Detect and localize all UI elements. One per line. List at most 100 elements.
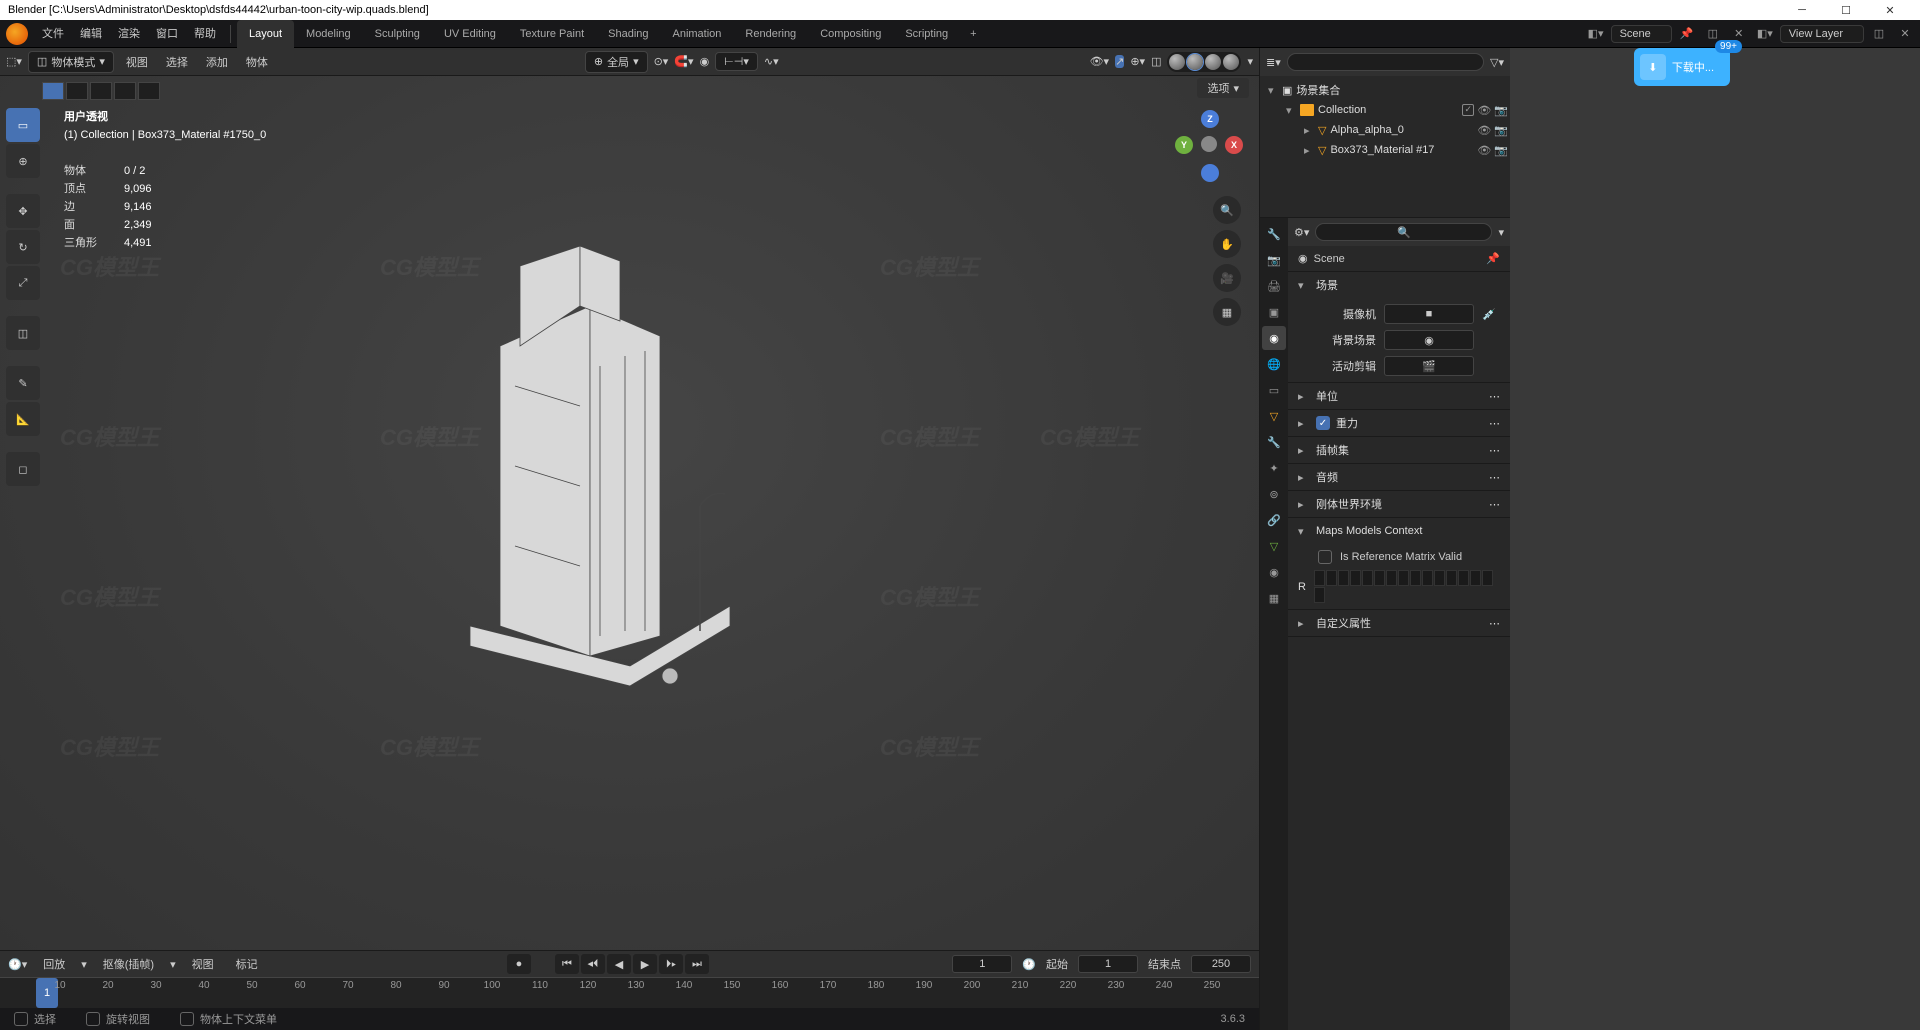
panel-gravity-header[interactable]: ▸✓重力⋯ (1288, 410, 1510, 436)
timeline-ruler[interactable]: 1 10203040506070809010011012013014015016… (0, 977, 1259, 1008)
curve-icon[interactable]: ∿▾ (764, 55, 779, 68)
select-mode-4[interactable] (114, 82, 136, 100)
matrix-cell[interactable] (1374, 570, 1385, 586)
matrix-cell[interactable] (1362, 570, 1373, 586)
matrix-cell[interactable] (1398, 570, 1409, 586)
view3d-viewport[interactable]: ▭ ⊕ ✥ ↻ ⤢ ◫ ✎ 📐 ◻ 用户透视 (1) Collection | … (0, 76, 1259, 950)
prop-tab-texture[interactable]: ▦ (1262, 586, 1286, 610)
timeline-menu-marker[interactable]: 标记 (230, 956, 264, 972)
tool-cursor[interactable]: ⊕ (6, 144, 40, 178)
prop-tab-collection[interactable]: ▭ (1262, 378, 1286, 402)
eyedropper-icon[interactable]: 💉 (1482, 308, 1500, 321)
tool-move[interactable]: ✥ (6, 194, 40, 228)
select-mode-3[interactable] (90, 82, 112, 100)
view3d-menu-add[interactable]: 添加 (200, 54, 234, 70)
frame-range-lock-icon[interactable]: 🕐 (1022, 958, 1036, 971)
jump-prev-keyframe-icon[interactable]: ◂⏴ (581, 954, 605, 974)
nav-gizmo[interactable]: X Y Z (1177, 112, 1241, 176)
prop-tab-data[interactable]: ▽ (1262, 534, 1286, 558)
view3d-menu-object[interactable]: 物体 (240, 54, 274, 70)
jump-start-icon[interactable]: ⏮ (555, 954, 579, 974)
outliner-search-input[interactable] (1287, 53, 1484, 71)
shading-options-icon[interactable]: ▾ (1247, 55, 1253, 68)
camera-view-icon[interactable]: 🎥 (1213, 264, 1241, 292)
tool-add-cube[interactable]: ◻ (6, 452, 40, 486)
tab-scripting[interactable]: Scripting (893, 20, 960, 48)
blender-logo-icon[interactable] (6, 23, 28, 45)
autokey-icon[interactable]: ● (507, 954, 531, 974)
prop-tab-modifier[interactable]: 🔧 (1262, 430, 1286, 454)
editor-type-icon[interactable]: ⬚▾ (6, 55, 22, 68)
matrix-cell[interactable] (1482, 570, 1493, 586)
tree-row[interactable]: ▸▽Box373_Material #17👁📷 (1262, 140, 1508, 160)
prop-tab-constraint[interactable]: 🔗 (1262, 508, 1286, 532)
prop-tab-particle[interactable]: ✦ (1262, 456, 1286, 480)
bg-scene-field[interactable]: ◉ (1384, 330, 1474, 350)
proportional-icon[interactable]: ◉ (700, 55, 710, 68)
props-options-icon[interactable]: ▾ (1498, 226, 1504, 239)
tab-modeling[interactable]: Modeling (294, 20, 363, 48)
outliner-filter-icon[interactable]: ▽▾ (1490, 56, 1504, 69)
prop-tab-physics[interactable]: ⊚ (1262, 482, 1286, 506)
download-button[interactable]: ⬇ 下载中... (1634, 48, 1730, 86)
prop-tab-render[interactable]: 📷 (1262, 248, 1286, 272)
tab-rendering[interactable]: Rendering (733, 20, 808, 48)
gizmo-z-axis[interactable]: Z (1201, 110, 1219, 128)
menu-window[interactable]: 窗口 (148, 20, 186, 48)
tree-row[interactable]: ▸▽Alpha_alpha_0👁📷 (1262, 120, 1508, 140)
viewlayer-dropdown[interactable]: View Layer (1780, 25, 1864, 43)
xray-icon[interactable]: ◫ (1151, 55, 1161, 68)
tab-compositing[interactable]: Compositing (808, 20, 893, 48)
gizmo-neg-z-axis[interactable] (1201, 164, 1219, 182)
tree-row[interactable]: ▾Collection✓👁📷 (1262, 100, 1508, 120)
tool-measure[interactable]: 📐 (6, 402, 40, 436)
window-minimize-button[interactable]: ─ (1780, 0, 1824, 20)
gizmo-toggle-icon[interactable]: ↗ (1115, 55, 1124, 68)
matrix-cell[interactable] (1350, 570, 1361, 586)
pivot-icon[interactable]: ⊙▾ (654, 55, 669, 68)
menu-help[interactable]: 帮助 (186, 20, 224, 48)
shading-material-icon[interactable] (1205, 54, 1221, 70)
matrix-cell[interactable] (1386, 570, 1397, 586)
matrix-cell[interactable] (1326, 570, 1337, 586)
timeline-menu-view[interactable]: 视图 (186, 956, 220, 972)
tool-annotate[interactable]: ✎ (6, 366, 40, 400)
timeline-menu-playback[interactable]: 回放 (37, 956, 71, 972)
shading-solid-icon[interactable] (1187, 54, 1203, 70)
matrix-cell[interactable] (1434, 570, 1445, 586)
end-frame-input[interactable]: 250 (1191, 955, 1251, 973)
visibility-icon[interactable]: 👁▾ (1090, 55, 1110, 68)
window-maximize-button[interactable]: ☐ (1824, 0, 1868, 20)
matrix-cell[interactable] (1314, 587, 1325, 603)
tab-animation[interactable]: Animation (661, 20, 734, 48)
gizmo-x-axis[interactable]: X (1225, 136, 1243, 154)
scene-pin-icon[interactable]: 📌 (1676, 23, 1698, 45)
matrix-cell[interactable] (1458, 570, 1469, 586)
prop-tab-world[interactable]: 🌐 (1262, 352, 1286, 376)
tree-root[interactable]: ▾ ▣ 场景集合 (1262, 80, 1508, 100)
tool-scale[interactable]: ⤢ (6, 266, 40, 300)
perspective-toggle-icon[interactable]: ▦ (1213, 298, 1241, 326)
snap-target-dropdown[interactable]: ⊢⊣▾ (715, 52, 758, 71)
mode-dropdown[interactable]: ◫ 物体模式 ▾ (28, 51, 114, 73)
options-dropdown[interactable]: 选项 ▾ (1197, 78, 1249, 98)
matrix-cell[interactable] (1410, 570, 1421, 586)
select-mode-5[interactable] (138, 82, 160, 100)
tab-shading[interactable]: Shading (596, 20, 660, 48)
view3d-menu-view[interactable]: 视图 (120, 54, 154, 70)
scene-dropdown[interactable]: Scene (1611, 25, 1672, 43)
viewlayer-new-icon[interactable]: ◫ (1868, 23, 1890, 45)
prop-tab-object[interactable]: ▽ (1262, 404, 1286, 428)
pan-icon[interactable]: ✋ (1213, 230, 1241, 258)
tool-rotate[interactable]: ↻ (6, 230, 40, 264)
camera-field[interactable]: ■ (1384, 304, 1474, 324)
orientation-dropdown[interactable]: ⊕ 全局▾ (585, 51, 648, 73)
prop-tab-tool[interactable]: 🔧 (1262, 222, 1286, 246)
gizmo-y-axis[interactable]: Y (1175, 136, 1193, 154)
matrix-grid[interactable] (1314, 570, 1500, 603)
view3d-menu-select[interactable]: 选择 (160, 54, 194, 70)
select-mode-2[interactable] (66, 82, 88, 100)
snap-icon[interactable]: 🧲▾ (674, 55, 693, 68)
zoom-icon[interactable]: 🔍 (1213, 196, 1241, 224)
matrix-cell[interactable] (1422, 570, 1433, 586)
